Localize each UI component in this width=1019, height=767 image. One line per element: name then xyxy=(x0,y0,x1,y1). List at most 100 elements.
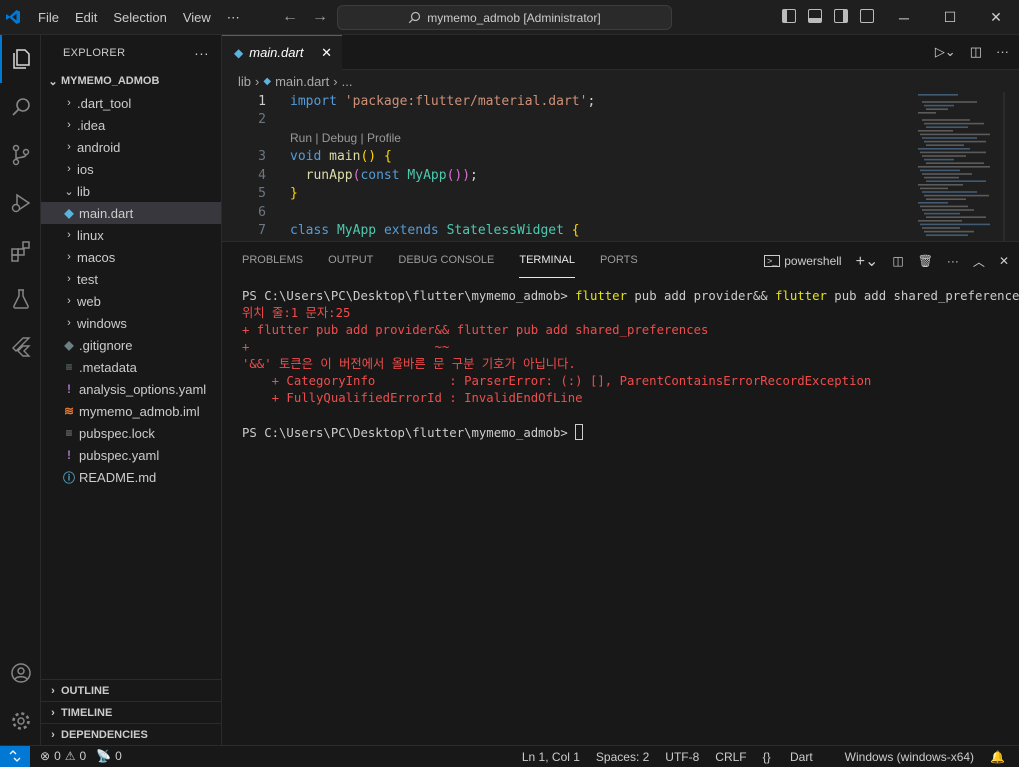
braces-icon: {} xyxy=(762,749,771,764)
menu-file[interactable]: File xyxy=(30,0,67,35)
kill-terminal-icon[interactable]: 🗑 xyxy=(918,254,933,268)
split-editor-icon[interactable]: ◫ xyxy=(970,44,982,60)
tree-item-main-dart[interactable]: ◆ main.dart xyxy=(41,202,221,224)
tree-item-android[interactable]: › android xyxy=(41,136,221,158)
menu-selection[interactable]: Selection xyxy=(105,0,174,35)
breadcrumb-separator-icon: › xyxy=(255,73,260,89)
customize-layout-icon[interactable] xyxy=(860,9,874,23)
close-panel-icon[interactable]: ✕ xyxy=(999,254,1009,268)
breadcrumb-lib[interactable]: lib xyxy=(238,74,251,89)
tree-item-metadata[interactable]: ≡ .metadata xyxy=(41,356,221,378)
indentation[interactable]: Spaces: 2 xyxy=(596,750,649,764)
code-token: class xyxy=(290,223,330,239)
tree-item-test[interactable]: › test xyxy=(41,268,221,290)
breadcrumb-symbol[interactable]: ... xyxy=(342,74,353,89)
breadcrumb-file[interactable]: main.dart xyxy=(275,74,329,89)
command-center-search[interactable]: mymemo_admob [Administrator] xyxy=(337,5,672,30)
notifications-bell-icon[interactable]: 🔔 xyxy=(990,750,1005,764)
warning-icon: ⚠ xyxy=(64,749,76,763)
menu-view[interactable]: View xyxy=(175,0,219,35)
flutter-device[interactable]: Windows (windows-x64) xyxy=(845,750,974,764)
panel-more-icon[interactable]: ··· xyxy=(947,254,959,268)
codelens-run-debug-profile[interactable]: Run | Debug | Profile xyxy=(290,131,401,145)
tree-item-readme-md[interactable]: ⓘ README.md xyxy=(41,466,221,488)
tree-item-pubspec-yaml[interactable]: ! pubspec.yaml xyxy=(41,444,221,466)
maximize-icon[interactable]: ☐ xyxy=(927,0,973,35)
source-control-icon[interactable] xyxy=(0,131,41,179)
chevron-right-icon: › xyxy=(67,119,71,131)
toggle-secondary-sidebar-icon[interactable] xyxy=(834,9,848,23)
tree-item-dart-tool[interactable]: › .dart_tool xyxy=(41,92,221,114)
tree-item-windows[interactable]: › windows xyxy=(41,312,221,334)
error-count: 0 xyxy=(54,749,61,763)
tab-ports[interactable]: PORTS xyxy=(600,242,638,278)
split-terminal-icon[interactable]: ◫ xyxy=(892,254,903,268)
forward-arrow-icon[interactable]: → xyxy=(312,8,328,26)
tree-item-idea[interactable]: › .idea xyxy=(41,114,221,136)
nav-arrows: ← → xyxy=(282,8,328,26)
editor-tabs: ◆ main.dart ✕ xyxy=(222,34,1019,70)
extensions-icon[interactable] xyxy=(0,227,41,275)
explorer-icon[interactable] xyxy=(0,35,41,83)
dependencies-section[interactable]: › DEPENDENCIES xyxy=(41,723,221,745)
more-actions-icon[interactable]: ··· xyxy=(996,44,1009,60)
tree-item-analysis-options-yaml[interactable]: ! analysis_options.yaml xyxy=(41,378,221,400)
new-terminal-icon[interactable]: +⌄ xyxy=(856,251,879,271)
ports-status[interactable]: 📡 0 xyxy=(96,749,122,763)
error-line: + flutter pub add provider&& flutter pub… xyxy=(242,323,709,337)
minimize-icon[interactable]: ─ xyxy=(881,0,927,35)
tab-debug-console[interactable]: DEBUG CONSOLE xyxy=(398,242,494,278)
back-arrow-icon[interactable]: ← xyxy=(282,8,298,26)
tree-item-gitignore[interactable]: ◆ .gitignore xyxy=(41,334,221,356)
tree-item-label: ios xyxy=(77,161,94,177)
command-args: pub add shared_preferences xyxy=(826,289,1019,303)
cursor-position[interactable]: Ln 1, Col 1 xyxy=(522,750,580,764)
tree-item-web[interactable]: › web xyxy=(41,290,221,312)
bottom-panel: PROBLEMS OUTPUT DEBUG CONSOLE TERMINAL P… xyxy=(222,241,1019,745)
menu-more[interactable]: ⋯ xyxy=(219,0,248,35)
tab-main-dart[interactable]: ◆ main.dart ✕ xyxy=(222,34,342,70)
toggle-panel-icon[interactable] xyxy=(808,9,822,23)
testing-icon[interactable] xyxy=(0,275,41,323)
timeline-section[interactable]: › TIMELINE xyxy=(41,701,221,723)
run-icon[interactable]: ▷⌄ xyxy=(935,44,956,60)
tab-problems[interactable]: PROBLEMS xyxy=(242,242,303,278)
problems-status[interactable]: ⊗ 0 ⚠ 0 xyxy=(40,749,86,763)
toggle-sidebar-icon[interactable] xyxy=(782,9,796,23)
tree-item-macos[interactable]: › macos xyxy=(41,246,221,268)
outline-section[interactable]: › OUTLINE xyxy=(41,679,221,701)
minimap[interactable] xyxy=(910,92,1005,241)
workspace-root[interactable]: ⌄ MYMEMO_ADMOB xyxy=(41,70,221,92)
close-window-icon[interactable]: ✕ xyxy=(973,0,1019,35)
code-text: } xyxy=(266,186,298,201)
run-debug-icon[interactable] xyxy=(0,179,41,227)
iml-file-icon: ≋ xyxy=(63,404,75,418)
close-tab-icon[interactable]: ✕ xyxy=(321,45,332,61)
explorer-more-icon[interactable]: ··· xyxy=(194,45,209,61)
remote-indicator-icon[interactable] xyxy=(0,745,30,767)
settings-gear-icon[interactable] xyxy=(0,697,41,745)
tab-terminal[interactable]: TERMINAL xyxy=(519,242,575,278)
search-view-icon[interactable] xyxy=(0,83,41,131)
code-token: { xyxy=(571,223,580,239)
menu-edit[interactable]: Edit xyxy=(67,0,105,35)
command-token: flutter xyxy=(575,289,627,303)
terminal-output[interactable]: PS C:\Users\PC\Desktop\flutter\mymemo_ad… xyxy=(222,278,1019,442)
code-text: void main() { xyxy=(266,149,392,164)
encoding[interactable]: UTF-8 xyxy=(665,750,699,764)
tree-item-ios[interactable]: › ios xyxy=(41,158,221,180)
account-icon[interactable] xyxy=(0,649,41,697)
tree-item-mymemo-admob-iml[interactable]: ≋ mymemo_admob.iml xyxy=(41,400,221,422)
flutter-icon[interactable] xyxy=(0,323,41,371)
language-mode[interactable]: {} Dart xyxy=(763,750,829,764)
tab-output[interactable]: OUTPUT xyxy=(328,242,373,278)
tree-item-pubspec-lock[interactable]: ≡ pubspec.lock xyxy=(41,422,221,444)
shell-name[interactable]: powershell xyxy=(784,254,841,268)
maximize-panel-icon[interactable]: ︿ xyxy=(973,253,985,270)
tree-item-lib[interactable]: ⌄ lib xyxy=(41,180,221,202)
tree-item-linux[interactable]: › linux xyxy=(41,224,221,246)
line-ending[interactable]: CRLF xyxy=(715,750,746,764)
code-editor[interactable]: 1 import 'package:flutter/material.dart';… xyxy=(222,92,1019,240)
